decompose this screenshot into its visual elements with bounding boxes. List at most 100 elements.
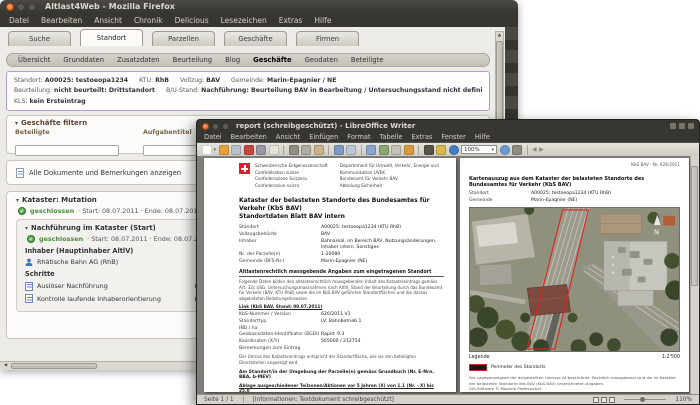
multi-page-view-icon[interactable]: [601, 396, 608, 403]
find-replace-icon[interactable]: [423, 144, 434, 155]
open-icon[interactable]: [218, 144, 229, 155]
kataster-dates: · Start: 08.07.2011 · Ende: 08.07.2011: [78, 207, 202, 215]
paste-icon[interactable]: [313, 144, 324, 155]
subtab-geodaten[interactable]: Geodaten: [305, 56, 338, 64]
collapse-arrow-icon[interactable]: ▾: [16, 197, 19, 204]
dropdown-arrow-icon[interactable]: ▾: [214, 147, 217, 153]
new-document-icon[interactable]: [202, 144, 212, 155]
collapse-arrow-icon[interactable]: ▾: [15, 120, 18, 127]
menu-item[interactable]: Fenster: [441, 133, 465, 141]
export-pdf-icon[interactable]: [243, 144, 254, 155]
menu-item[interactable]: Extras: [279, 16, 303, 25]
tab-standort[interactable]: Standort: [80, 29, 143, 46]
navigate-forward-icon[interactable]: ▶: [539, 146, 544, 153]
menu-item[interactable]: Hilfe: [314, 16, 331, 25]
inhaber-link[interactable]: Rhätische Bahn AG (RhB): [37, 258, 118, 266]
section-1-header: Altlastenrechtlich massgebende Angaben z…: [239, 270, 444, 278]
menu-item[interactable]: Delicious: [175, 16, 209, 25]
map-notes: Die Lagegenauigkeit der dargestellten Um…: [469, 375, 680, 391]
undo-icon[interactable]: [333, 144, 344, 155]
menu-item[interactable]: Bearbeiten: [41, 16, 82, 25]
step-link[interactable]: Kontrolle laufende Inhaberorientierung: [37, 295, 161, 303]
print-preview-icon[interactable]: [268, 144, 279, 155]
warehouse-building: [479, 264, 512, 286]
subtab-grunddaten[interactable]: Grunddaten: [63, 56, 104, 64]
zoom-slider[interactable]: [624, 396, 667, 402]
window-minimize-button[interactable]: [17, 2, 25, 11]
info-pair: KLS: kein Ersteintrag: [14, 98, 86, 106]
step-link[interactable]: Auslöser Nachführung: [37, 282, 108, 290]
writer-menubar: Datei Bearbeiten Ansicht Einfügen Format Tabe…: [197, 132, 699, 142]
toolbar-separator: [418, 144, 420, 155]
firefox-menubar: Datei Bearbeiten Ansicht Chronik Delicious Le…: [0, 13, 518, 27]
menu-item[interactable]: Bearbeiten: [231, 133, 267, 141]
cut-icon[interactable]: [288, 144, 299, 155]
tab-firmen[interactable]: Firmen: [296, 31, 359, 46]
menu-item[interactable]: Datei: [204, 133, 222, 141]
subtab-beurteilung[interactable]: Beurteilung: [173, 56, 213, 64]
window-maximize-button[interactable]: [222, 122, 229, 130]
menu-item[interactable]: Ansicht: [276, 133, 300, 141]
menu-item[interactable]: Einfügen: [309, 133, 338, 141]
section-2-header: Link (KbS BAV, Stand: 08.07.2011): [239, 305, 323, 311]
hyperlink-icon[interactable]: [378, 144, 389, 155]
window-minimize-button[interactable]: [212, 122, 219, 130]
menu-item[interactable]: Tabelle: [380, 133, 403, 141]
beteiligte-input[interactable]: [15, 144, 119, 156]
data-sources-icon[interactable]: [512, 144, 523, 155]
save-icon[interactable]: [231, 144, 242, 155]
menu-item[interactable]: Extras: [412, 133, 433, 141]
redo-icon[interactable]: [346, 144, 357, 155]
subtab-geschaefte[interactable]: Geschäfte: [253, 56, 292, 64]
zoom-slider-knob[interactable]: [640, 396, 646, 402]
subtab-beteiligte[interactable]: Beteiligte: [351, 56, 384, 64]
document-area: Schweizerische Eidgenossenschaft Confédér…: [197, 156, 699, 395]
copy-icon[interactable]: [301, 144, 312, 155]
print-icon[interactable]: [256, 144, 267, 155]
standort-info-box: Standort: A00025: testoeopa1234 KTU: RhB Vol…: [6, 71, 490, 111]
writer-titlebar[interactable]: report (schreibgeschützt) - LibreOffice …: [197, 120, 699, 132]
menu-item[interactable]: Chronik: [134, 16, 163, 25]
single-page-view-icon[interactable]: [593, 396, 600, 403]
tab-suche[interactable]: Suche: [8, 31, 71, 46]
scroll-left-icon[interactable]: ◀: [1, 362, 10, 370]
menu-item[interactable]: Datei: [9, 16, 29, 25]
map-rows: Standort A00025: testoeopa1234 (KTU RhB) G…: [469, 191, 680, 204]
zoom-combobox[interactable]: 100% ▾: [461, 145, 498, 154]
beteiligte-label: Beteiligte: [15, 129, 50, 136]
scrollbar-thumb[interactable]: [11, 363, 97, 369]
scrollbar-thumb[interactable]: [691, 166, 698, 286]
writer-vertical-scrollbar[interactable]: [690, 156, 699, 395]
menu-item[interactable]: Ansicht: [94, 16, 122, 25]
report-title-line-2: Standortdaten Blatt BAV intern: [239, 212, 345, 220]
menu-item[interactable]: Hilfe: [475, 133, 490, 141]
map-extract-title: Kartenauszug aus dem Kataster der belast…: [469, 176, 645, 188]
subtab-zusatzdaten[interactable]: Zusatzdaten: [117, 56, 160, 64]
menu-item[interactable]: Lesezeichen: [221, 16, 267, 25]
collapse-arrow-icon[interactable]: ▾: [25, 225, 28, 232]
table-icon[interactable]: [366, 144, 377, 155]
navigator-icon[interactable]: [436, 144, 447, 155]
columns-icon[interactable]: [391, 144, 402, 155]
menu-item[interactable]: Format: [347, 133, 370, 141]
navigate-back-icon[interactable]: ◀: [532, 146, 537, 153]
desktop: Altlast4Web - Mozilla Firefox Datei Bearb…: [0, 0, 700, 405]
show-all-documents-link[interactable]: Alle Dokumente und Bemerkungen anzeigen: [29, 169, 181, 177]
subtab-bar: Übersicht Grunddaten Zusatzdaten Beurtei…: [6, 53, 490, 67]
gallery-icon[interactable]: [448, 144, 459, 155]
tab-geschaefte[interactable]: Geschäfte: [224, 31, 287, 46]
window-maximize-button[interactable]: [28, 2, 36, 11]
book-view-icon[interactable]: [609, 396, 616, 403]
subtab-blog[interactable]: Blog: [225, 56, 240, 64]
subtab-uebersicht[interactable]: Übersicht: [18, 56, 50, 64]
window-close-button[interactable]: [202, 122, 209, 130]
drawing-icon[interactable]: [403, 144, 414, 155]
statusbar-zoom-level: 110%: [675, 396, 692, 403]
tab-parzellen[interactable]: Parzellen: [152, 31, 215, 46]
firefox-titlebar[interactable]: Altlast4Web - Mozilla Firefox: [0, 0, 518, 13]
window-close-button[interactable]: [6, 2, 14, 11]
kv-row: Inhaber Bahnareal, im Bereich BAV, Nutzun…: [239, 238, 437, 251]
status-closed-icon: ✔: [18, 207, 26, 215]
scroll-up-icon[interactable]: ▲: [496, 32, 503, 40]
zoom-icon[interactable]: [499, 144, 510, 155]
